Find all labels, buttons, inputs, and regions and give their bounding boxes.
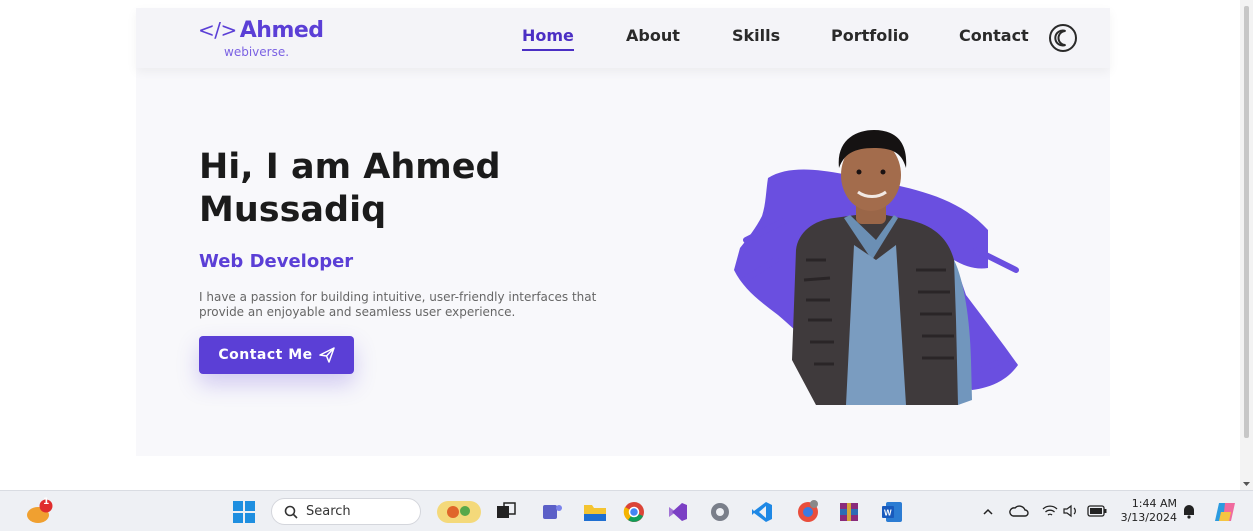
browser-icon[interactable]	[795, 498, 821, 524]
hero-title-line1: Hi, I am Ahmed	[199, 147, 501, 187]
hero-role: Web Developer	[199, 251, 354, 272]
site-logo[interactable]: </> Ahmed webiverse.	[198, 18, 324, 60]
notification-badge: 1	[43, 497, 50, 507]
volume-icon[interactable]	[1063, 504, 1079, 518]
contact-me-label: Contact Me	[218, 347, 313, 363]
nav-about[interactable]: About	[626, 26, 680, 45]
copilot-icon[interactable]	[1213, 500, 1237, 524]
visual-studio-icon[interactable]	[666, 501, 688, 523]
svg-text:W: W	[884, 509, 892, 518]
chevron-up-icon[interactable]	[982, 506, 994, 518]
chrome-icon[interactable]	[623, 501, 645, 523]
vertical-scrollbar[interactable]	[1240, 0, 1253, 490]
winrar-icon[interactable]	[838, 501, 860, 523]
task-view-icon[interactable]	[496, 502, 516, 522]
battery-icon[interactable]	[1087, 505, 1107, 517]
nav-home[interactable]: Home	[522, 26, 574, 51]
weather-widget-icon[interactable]	[26, 499, 54, 525]
taskbar: 1 Search W 1:44 AM 3/13/2024	[0, 490, 1253, 531]
hero-title: Hi, I am Ahmed Mussadiq	[199, 146, 599, 232]
scrollbar-track	[1243, 6, 1250, 486]
profile-photo	[734, 130, 1019, 405]
windows-start-icon[interactable]	[233, 501, 255, 523]
moon-icon	[1054, 29, 1066, 47]
search-placeholder: Search	[306, 504, 351, 519]
scrollbar-thumb[interactable]	[1244, 6, 1249, 438]
send-icon	[318, 347, 335, 363]
eye-left	[856, 169, 862, 175]
contact-me-button[interactable]: Contact Me	[199, 336, 354, 374]
hero-description: I have a passion for building intuitive,…	[199, 290, 597, 319]
logo-text: Ahmed	[239, 18, 324, 43]
search-icon	[284, 505, 298, 519]
hero-title-line2: Mussadiq	[199, 190, 387, 230]
site-navbar: </> Ahmed webiverse. Home About Skills Po…	[136, 8, 1110, 68]
logo-subtitle: webiverse.	[224, 45, 290, 59]
onedrive-icon[interactable]	[1009, 502, 1029, 520]
wifi-icon[interactable]	[1042, 504, 1058, 518]
bell-icon[interactable]	[1182, 503, 1196, 519]
clock-date[interactable]: 3/13/2024	[1119, 511, 1177, 524]
word-icon[interactable]: W	[881, 501, 903, 523]
portfolio-page: </> Ahmed webiverse. Home About Skills Po…	[136, 8, 1110, 456]
scroll-down-icon[interactable]	[1243, 482, 1250, 486]
nav-skills[interactable]: Skills	[732, 26, 780, 45]
eye-right	[880, 169, 886, 175]
nav-contact[interactable]: Contact	[959, 26, 1029, 45]
theme-toggle-button[interactable]	[1049, 24, 1077, 52]
code-icon: </>	[198, 18, 237, 42]
clock-time[interactable]: 1:44 AM	[1129, 497, 1177, 510]
shirt-front	[846, 245, 906, 405]
settings-icon[interactable]	[709, 501, 731, 523]
screen: </> Ahmed webiverse. Home About Skills Po…	[0, 0, 1253, 531]
search-highlight-icon[interactable]	[437, 499, 481, 525]
file-explorer-icon[interactable]	[583, 501, 607, 523]
taskbar-search-box[interactable]: Search	[271, 498, 421, 525]
nav-portfolio[interactable]: Portfolio	[831, 26, 909, 45]
vscode-icon[interactable]	[751, 501, 773, 523]
teams-icon[interactable]	[541, 501, 563, 523]
